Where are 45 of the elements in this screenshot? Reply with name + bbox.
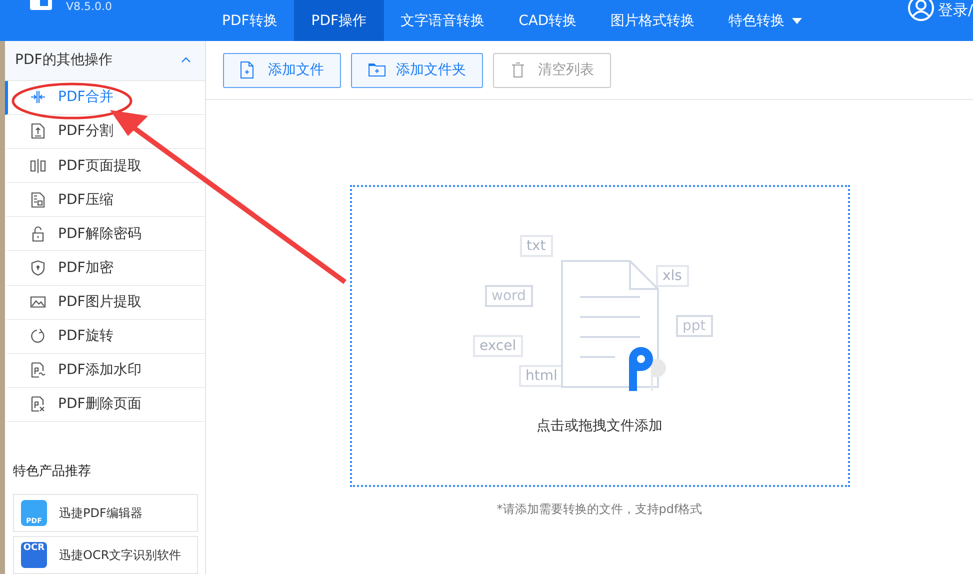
rotate-icon [30, 328, 46, 344]
merge-icon [30, 89, 46, 106]
drop-zone[interactable]: txt word xls ppt excel html 点击或拖拽文件添加 [350, 185, 850, 487]
format-tag: ppt [676, 315, 713, 337]
nav-tab[interactable]: CAD转换 [502, 0, 594, 41]
sidebar-item[interactable]: PDF添加水印 [5, 354, 205, 388]
sidebar-item[interactable]: PDF旋转 [5, 320, 205, 354]
hint-text: *请添加需要转换的文件，支持pdf格式 [496, 501, 702, 518]
product-card[interactable]: OCR 迅捷OCR文字识别软件 [13, 536, 198, 574]
nav-tab[interactable]: 文字语音转换 [384, 0, 502, 41]
section-header[interactable]: PDF的其他操作 [5, 41, 205, 81]
sidebar-item[interactable]: PDF加密 [5, 251, 205, 286]
split-icon [30, 123, 46, 140]
columns-icon [30, 158, 46, 174]
sidebar-item[interactable]: PDF图片提取 [5, 286, 205, 320]
nav-tab[interactable]: 特色转换 [712, 0, 819, 41]
drop-zone-label: 点击或拖拽文件添加 [536, 417, 662, 435]
login-link[interactable]: 登录/ [938, 1, 973, 20]
sidebar-item[interactable]: PDF解除密码 [5, 217, 205, 252]
product-name: 迅捷OCR文字识别软件 [59, 546, 182, 564]
folder-plus-icon [368, 61, 386, 79]
sidebar-item[interactable]: PDF页面提取 [5, 149, 205, 184]
watermark-icon [30, 362, 46, 378]
compress-icon [30, 192, 46, 208]
nav-tab[interactable]: PDF操作 [294, 0, 384, 41]
format-tag: word [484, 285, 533, 307]
sidebar-item[interactable]: PDF压缩 [5, 183, 205, 218]
user-icon [908, 0, 934, 21]
picture-icon [30, 294, 46, 310]
product-name: 迅捷PDF编辑器 [59, 504, 142, 522]
toolbar-button[interactable]: 添加文件夹 [351, 52, 483, 88]
version-label: V8.5.0.0 [66, 0, 112, 13]
nav-tab[interactable]: 图片格式转换 [594, 0, 712, 41]
section-title: 特色产品推荐 [13, 463, 92, 480]
format-tag: txt [520, 235, 553, 257]
format-tag: xls [656, 265, 689, 287]
toolbar-button[interactable]: 添加文件 [223, 52, 341, 88]
format-tag: excel [472, 335, 524, 357]
sidebar-item[interactable]: PDF删除页面 [5, 388, 205, 422]
delete-page-icon [30, 396, 46, 412]
chevron-up-icon [181, 57, 191, 64]
padlock-icon [30, 226, 46, 242]
app-logo-icon: OCR [21, 542, 47, 568]
nav-tab[interactable]: PDF转换 [205, 0, 294, 41]
shield-icon [30, 260, 46, 276]
